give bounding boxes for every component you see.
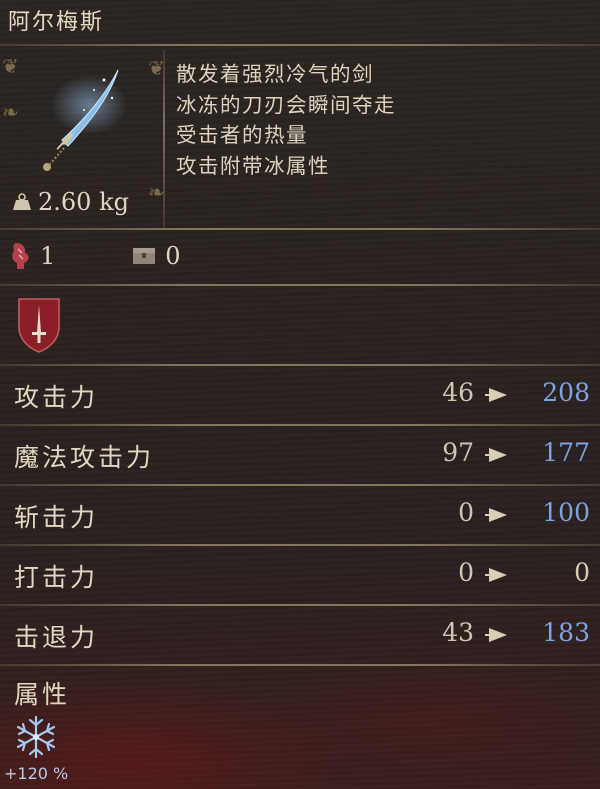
stat-base-value: 46: [442, 378, 474, 407]
requirements-row: 1 0: [10, 240, 181, 272]
stat-row-slash: 斩击力 0 100: [0, 486, 600, 542]
description-line: 冰冻的刀刃会瞬间夺走: [176, 92, 396, 117]
attribute-label: 属性: [14, 680, 71, 709]
stat-new-value: 183: [542, 618, 590, 647]
stat-label: 击退力: [14, 623, 99, 652]
stat-label: 斩击力: [14, 503, 99, 532]
stat-base-value: 43: [442, 618, 474, 647]
description-line: 攻击附带冰属性: [176, 153, 330, 178]
stat-new-value: 100: [542, 498, 590, 527]
requirement-other: 0: [131, 242, 181, 270]
strength-hand-icon: [12, 243, 29, 269]
chest-icon: [133, 248, 156, 264]
requirement-other-value: 0: [165, 242, 181, 270]
description-divider: [0, 228, 600, 230]
stat-label: 打击力: [14, 563, 99, 592]
image-divider: [163, 50, 165, 228]
stat-row-knockback: 击退力 43 183: [0, 606, 600, 662]
stat-new-value: 0: [574, 558, 590, 587]
requirement-strength: 1: [10, 241, 55, 271]
stat-base-value: 97: [442, 438, 474, 467]
stat-divider: [0, 664, 600, 666]
item-title: 阿尔梅斯: [8, 10, 105, 35]
requirement-strength-value: 1: [40, 242, 56, 270]
stat-row-attack: 攻击力 46 208: [0, 366, 600, 422]
requirements-divider: [0, 284, 600, 286]
frost-icon: [16, 715, 56, 759]
attribute-value: +120 %: [4, 764, 69, 783]
arrow-right-icon: [485, 448, 507, 462]
stat-new-value: 177: [542, 438, 590, 467]
stat-base-value: 0: [458, 558, 474, 587]
title-divider: [0, 44, 600, 46]
weight-icon: [13, 193, 31, 210]
arrow-right-icon: [485, 568, 507, 582]
item-description: 散发着强烈冷气的剑 冰冻的刀刃会瞬间夺走 受击者的热量 攻击附带冰属性: [176, 59, 396, 181]
sword-shield-icon: [18, 298, 60, 353]
stat-row-strike: 打击力 0 0: [0, 546, 600, 602]
frost-sword-icon: [43, 69, 127, 171]
item-detail-panel: 阿尔梅斯 ❦ ❧ ❦ ❧ 2.60 kg 散发着强烈冷气的剑 冰冻的刀刃会瞬间夺…: [0, 0, 600, 789]
weight-display: 2.60 kg: [12, 188, 129, 216]
stat-row-magic-attack: 魔法攻击力 97 177: [0, 426, 600, 482]
description-line: 受击者的热量: [176, 123, 308, 147]
stat-label: 魔法攻击力: [14, 443, 155, 472]
arrow-right-icon: [485, 388, 507, 402]
arrow-right-icon: [485, 508, 507, 522]
weight-value: 2.60 kg: [38, 188, 129, 216]
description-line: 散发着强烈冷气的剑: [176, 62, 374, 86]
arrow-right-icon: [485, 628, 507, 642]
stat-label: 攻击力: [14, 383, 99, 412]
stat-new-value: 208: [542, 378, 590, 407]
stat-base-value: 0: [458, 498, 474, 527]
